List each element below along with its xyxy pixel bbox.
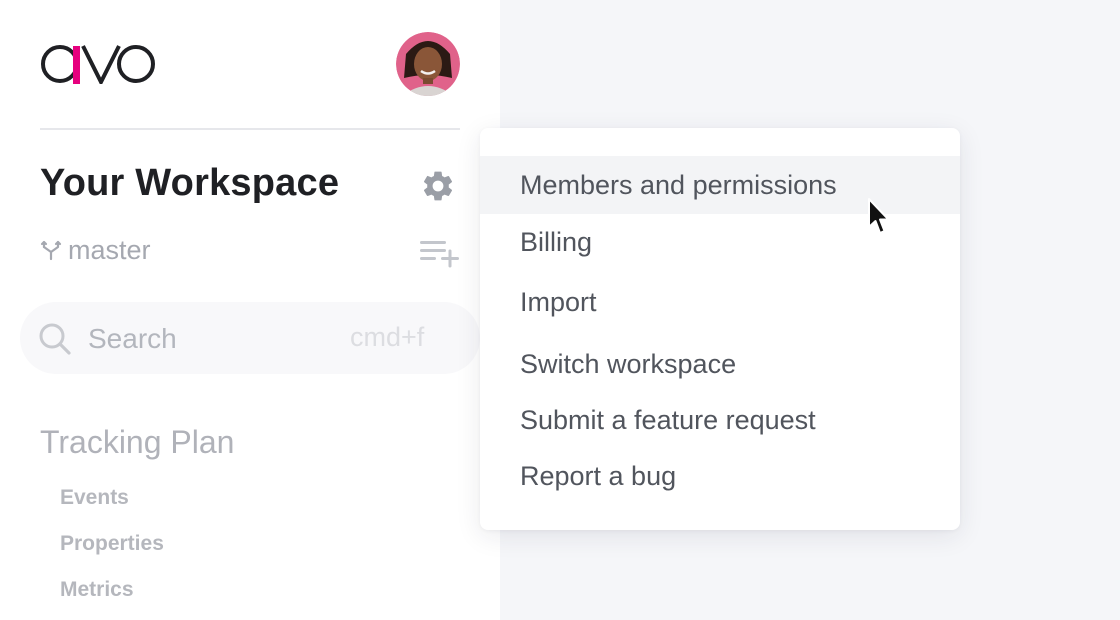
menu-item-submit-feature-request[interactable]: Submit a feature request	[480, 391, 960, 449]
search-bar: cmd+f	[20, 302, 480, 374]
tracking-plan-heading: Tracking Plan	[40, 424, 235, 460]
search-icon	[39, 323, 71, 355]
search-input[interactable]	[86, 318, 350, 360]
nav-item-events[interactable]: Events	[60, 486, 129, 510]
search-shortcut-hint: cmd+f	[350, 322, 425, 352]
branch-selector[interactable]: master	[40, 234, 151, 266]
menu-item-billing[interactable]: Billing	[480, 213, 960, 271]
branch-icon	[40, 240, 62, 261]
menu-item-members-and-permissions[interactable]: Members and permissions	[480, 156, 960, 214]
branch-name: master	[68, 234, 151, 265]
sidebar: avo Your Workspace master	[0, 0, 500, 620]
workspace-dropdown-menu: Members and permissions Billing Import S…	[480, 128, 960, 530]
header-divider	[40, 128, 460, 130]
menu-item-report-a-bug[interactable]: Report a bug	[480, 447, 960, 505]
menu-item-import[interactable]: Import	[480, 273, 960, 331]
avatar-image	[396, 32, 460, 96]
playlist-add-icon	[420, 241, 459, 268]
workspace-settings-button[interactable]	[420, 168, 456, 204]
workspace-title: Your Workspace	[40, 162, 340, 204]
nav-item-metrics[interactable]: Metrics	[60, 578, 134, 602]
gear-icon	[423, 171, 453, 201]
nav-item-properties[interactable]: Properties	[60, 532, 164, 556]
menu-item-switch-workspace[interactable]: Switch workspace	[480, 335, 960, 393]
add-list-button[interactable]	[418, 238, 462, 270]
avo-logo: avo	[41, 45, 155, 84]
avatar[interactable]	[396, 32, 460, 96]
